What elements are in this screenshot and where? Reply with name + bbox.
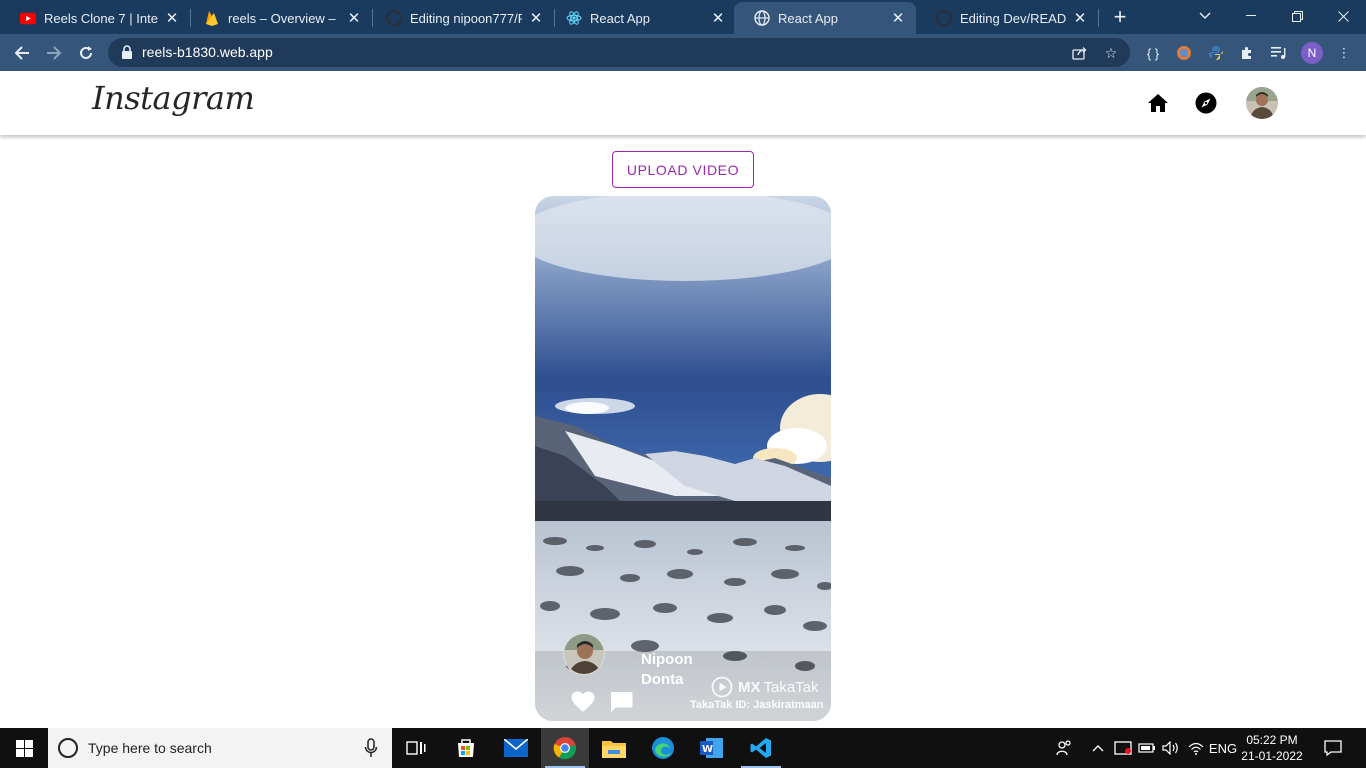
- play-circle-icon: [711, 676, 733, 698]
- people-icon[interactable]: [1052, 728, 1076, 768]
- watermark-product: TakaTak: [763, 678, 819, 696]
- watermark-logo: MX TakaTak: [711, 676, 819, 698]
- mail-icon[interactable]: [492, 728, 540, 768]
- wifi-icon[interactable]: [1184, 728, 1208, 768]
- reload-icon: [80, 46, 92, 59]
- globe-icon: [754, 10, 770, 26]
- app-header: Instagram: [0, 71, 1366, 135]
- windows-logo-icon: [15, 739, 33, 757]
- battery-icon[interactable]: [1136, 728, 1158, 768]
- restore-button[interactable]: [1274, 0, 1320, 32]
- upload-video-button[interactable]: UPLOAD VIDEO: [612, 151, 754, 188]
- back-button[interactable]: [9, 40, 35, 66]
- tab-0[interactable]: Reels Clone 7 | Interse ✕: [0, 2, 190, 34]
- profile-avatar[interactable]: N: [1301, 42, 1323, 64]
- file-explorer-icon[interactable]: [590, 728, 638, 768]
- tab-search-chevron-icon[interactable]: [1182, 0, 1228, 32]
- tab-1[interactable]: reels – Overview – Fire ✕: [184, 2, 372, 34]
- watermark-brand: MX: [738, 678, 761, 696]
- lock-icon: [122, 45, 132, 59]
- watermark-id: TakaTak ID: Jaskiratmaan: [690, 699, 824, 711]
- tab-title: React App: [778, 10, 838, 26]
- tab-title: Reels Clone 7 | Interse: [44, 10, 158, 26]
- author-avatar[interactable]: [563, 633, 605, 675]
- tab-title: React App: [590, 10, 650, 26]
- tab-3[interactable]: React App ✕: [546, 2, 736, 34]
- close-icon[interactable]: ✕: [710, 10, 726, 27]
- close-icon[interactable]: ✕: [890, 10, 906, 27]
- youtube-icon: [20, 10, 36, 26]
- forward-button[interactable]: [41, 40, 67, 66]
- bookmark-star-icon[interactable]: ☆: [1102, 44, 1120, 62]
- vscode-icon[interactable]: [737, 728, 785, 768]
- tab-separator: [1098, 9, 1099, 27]
- arrow-right-icon: [47, 46, 62, 60]
- close-icon[interactable]: ✕: [1072, 10, 1088, 27]
- firebase-icon: [204, 10, 220, 26]
- browser-toolbar: reels-b1830.web.app ☆ { } N ⋮: [0, 34, 1366, 71]
- media-queue-icon[interactable]: [1269, 43, 1289, 63]
- svg-text:W: W: [702, 744, 713, 755]
- clock-date: 21-01-2022: [1241, 749, 1303, 763]
- microsoft-store-icon[interactable]: [442, 728, 490, 768]
- windows-taskbar: Type here to search W ENG 05:22 PM 21-01…: [0, 728, 1366, 768]
- explore-compass-icon[interactable]: [1194, 91, 1218, 115]
- new-tab-button[interactable]: +: [1108, 4, 1132, 29]
- reload-button[interactable]: [73, 40, 99, 66]
- arrow-left-icon: [14, 46, 29, 60]
- github-icon: [386, 10, 402, 26]
- close-icon[interactable]: ✕: [346, 10, 362, 27]
- clock-time: 05:22 PM: [1246, 733, 1298, 747]
- tab-4-active[interactable]: React App ✕: [734, 2, 916, 34]
- home-icon[interactable]: [1146, 91, 1170, 115]
- heart-icon[interactable]: [571, 691, 595, 713]
- cortana-circle-icon: [58, 738, 78, 758]
- word-icon[interactable]: W: [688, 728, 736, 768]
- search-placeholder: Type here to search: [88, 740, 212, 756]
- extensions-puzzle-icon[interactable]: [1237, 43, 1257, 63]
- extension-python-icon[interactable]: [1206, 43, 1226, 63]
- react-icon: [566, 10, 582, 26]
- user-avatar[interactable]: [1246, 87, 1278, 119]
- close-window-button[interactable]: [1320, 0, 1366, 32]
- notifications-icon[interactable]: [1320, 728, 1346, 768]
- edge-icon[interactable]: [639, 728, 687, 768]
- start-button[interactable]: [0, 728, 48, 768]
- language-indicator[interactable]: ENG: [1208, 728, 1238, 768]
- chrome-taskbar-icon[interactable]: [541, 728, 589, 768]
- tab-title: Editing Dev/README.: [960, 10, 1066, 26]
- author-name[interactable]: Nipoon Donta: [641, 650, 711, 690]
- reel-video[interactable]: Nipoon Donta MX TakaTak TakaTak ID: Jask…: [535, 196, 831, 721]
- instagram-logo[interactable]: Instagram: [92, 79, 255, 117]
- volume-icon[interactable]: [1160, 728, 1182, 768]
- meet-now-icon[interactable]: [1112, 728, 1134, 768]
- extension-shield-icon[interactable]: [1174, 43, 1194, 63]
- microphone-icon[interactable]: [364, 738, 378, 758]
- more-menu-icon[interactable]: ⋮: [1334, 43, 1354, 63]
- minimize-button[interactable]: [1228, 0, 1274, 32]
- tab-title: Editing nipoon777/RE: [410, 10, 522, 26]
- close-icon[interactable]: ✕: [164, 10, 180, 27]
- system-clock[interactable]: 05:22 PM 21-01-2022: [1240, 732, 1304, 764]
- task-view-icon[interactable]: [392, 728, 440, 768]
- tab-5[interactable]: Editing Dev/README. ✕: [916, 2, 1098, 34]
- tab-2[interactable]: Editing nipoon777/RE ✕: [366, 2, 554, 34]
- taskbar-search-box[interactable]: Type here to search: [48, 728, 392, 768]
- close-icon[interactable]: ✕: [528, 10, 544, 27]
- github-icon: [936, 10, 952, 26]
- tab-strip: Reels Clone 7 | Interse ✕ reels – Overvi…: [0, 0, 1366, 34]
- url-text: reels-b1830.web.app: [142, 44, 273, 60]
- share-icon[interactable]: [1070, 44, 1088, 62]
- extension-json-icon[interactable]: { }: [1143, 43, 1163, 63]
- tab-title: reels – Overview – Fire: [228, 10, 340, 26]
- address-bar[interactable]: reels-b1830.web.app ☆: [108, 38, 1130, 67]
- comment-icon[interactable]: [609, 691, 633, 713]
- chevron-up-icon[interactable]: [1088, 728, 1108, 768]
